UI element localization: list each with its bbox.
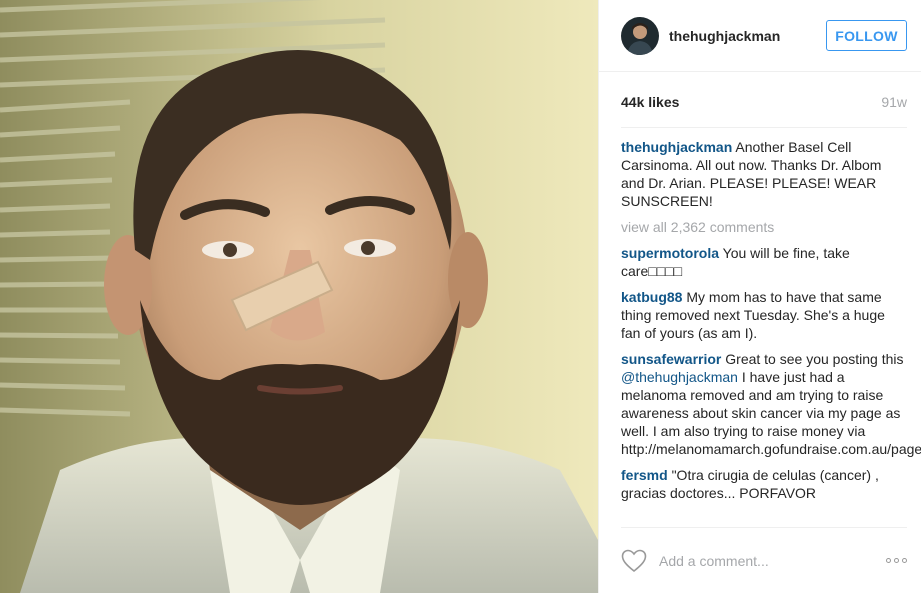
post-username[interactable]: thehughjackman xyxy=(669,28,826,44)
view-all-comments-link[interactable]: view all 2,362 comments xyxy=(621,218,907,236)
follow-button[interactable]: FOLLOW xyxy=(826,20,907,51)
comment-username[interactable]: supermotorola xyxy=(621,245,719,261)
caption: thehughjackman Another Basel Cell Carsin… xyxy=(621,138,907,210)
more-options-icon[interactable] xyxy=(886,558,907,563)
more-dot xyxy=(886,558,891,563)
comment-username[interactable]: katbug88 xyxy=(621,289,682,305)
post-age[interactable]: 91w xyxy=(881,94,907,110)
comment-username[interactable]: sunsafewarrior xyxy=(621,351,721,367)
instagram-post: thehughjackman FOLLOW 44k likes 91w theh… xyxy=(0,0,921,593)
post-stats: 44k likes 91w xyxy=(621,72,907,128)
post-sidebar: thehughjackman FOLLOW 44k likes 91w theh… xyxy=(598,0,921,593)
comment-username[interactable]: fersmd xyxy=(621,467,668,483)
post-header: thehughjackman FOLLOW xyxy=(599,0,921,72)
comments-list: thehughjackman Another Basel Cell Carsin… xyxy=(599,128,921,524)
more-dot xyxy=(902,558,907,563)
add-comment-bar xyxy=(621,527,907,593)
comment-item: fersmd "Otra cirugia de celulas (cancer)… xyxy=(621,466,907,502)
comment-item: katbug88 My mom has to have that same th… xyxy=(621,288,907,342)
add-comment-input[interactable] xyxy=(659,552,886,569)
more-dot xyxy=(894,558,899,563)
likes-count[interactable]: 44k likes xyxy=(621,94,679,110)
heart-outline-icon[interactable] xyxy=(621,549,647,573)
comment-mention-link[interactable]: @thehughjackman xyxy=(621,369,738,385)
avatar[interactable] xyxy=(621,16,659,55)
comment-item: sunsafewarrior Great to see you posting … xyxy=(621,350,921,458)
comment-item: supermotorola You will be fine, take car… xyxy=(621,244,907,280)
caption-username[interactable]: thehughjackman xyxy=(621,139,732,155)
comment-text: Great to see you posting this xyxy=(725,351,904,367)
post-photo[interactable] xyxy=(0,0,598,593)
